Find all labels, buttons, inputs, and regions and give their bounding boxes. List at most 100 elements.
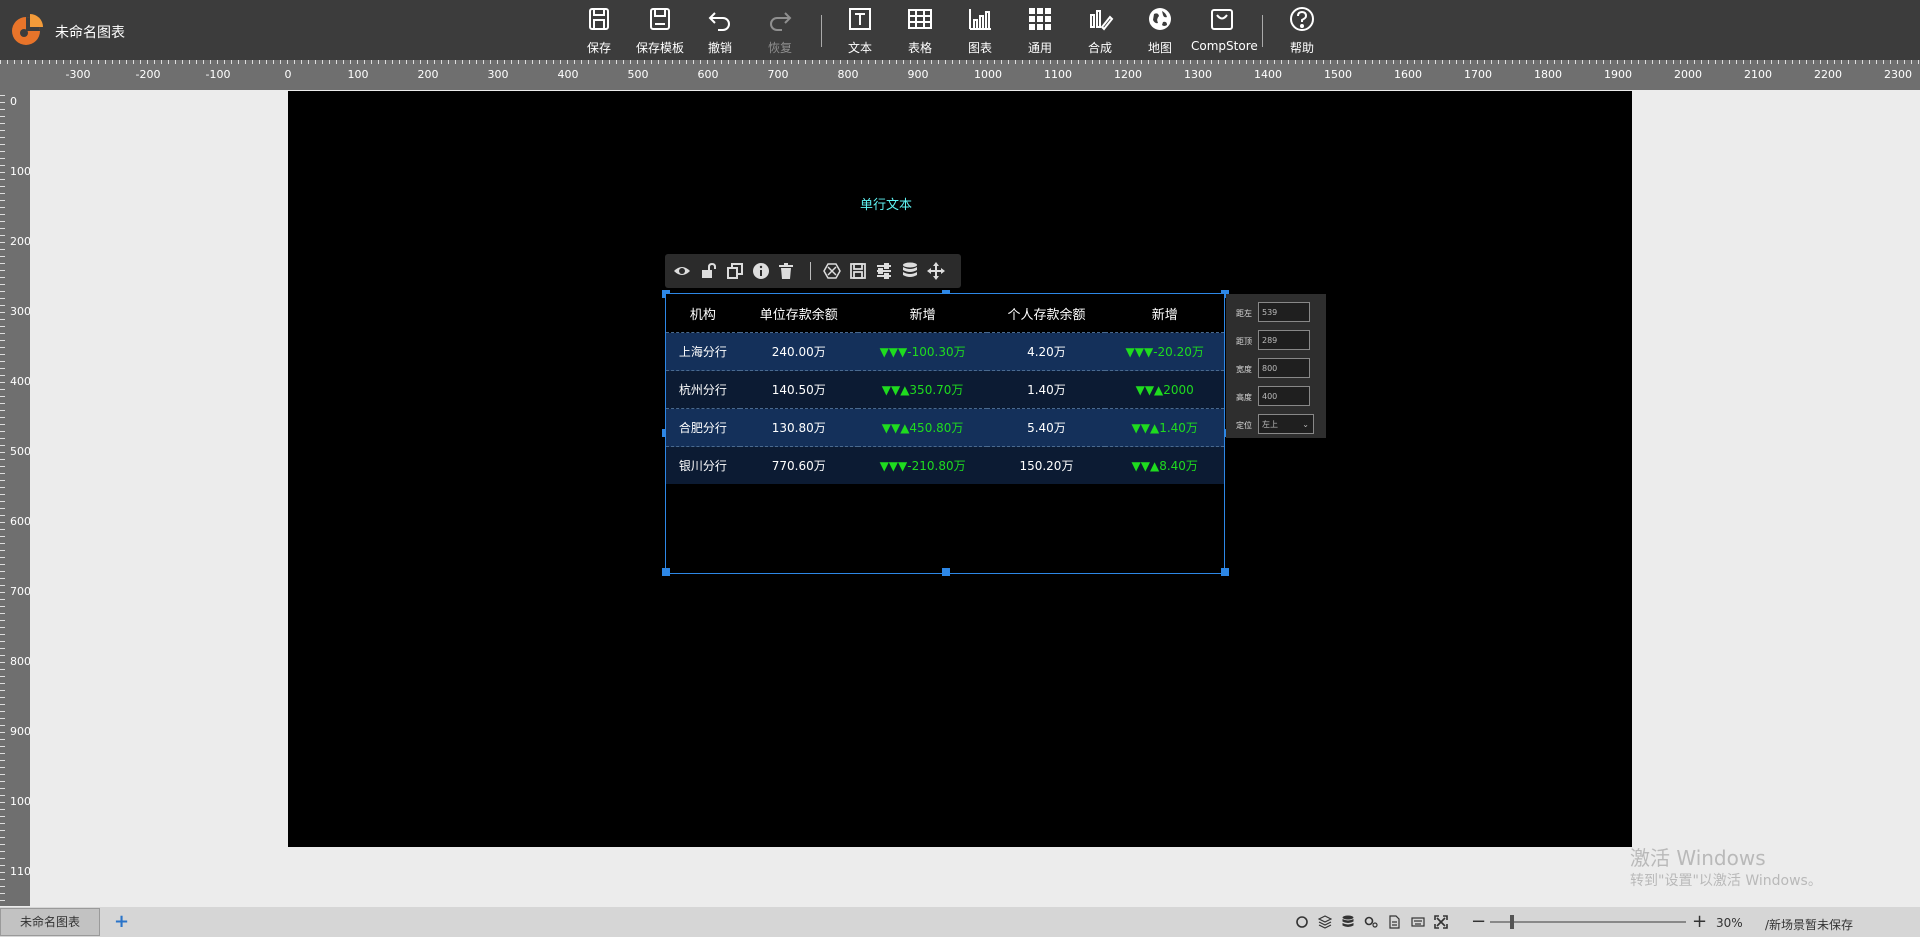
- resize-handle-bottom-left[interactable]: [662, 568, 670, 576]
- top-input[interactable]: 289: [1258, 330, 1310, 350]
- add-page-button[interactable]: +: [114, 911, 129, 932]
- floppy-icon[interactable]: [849, 262, 867, 280]
- hexagon-icon[interactable]: [823, 262, 841, 280]
- trash-icon[interactable]: [777, 262, 795, 280]
- unlock-icon[interactable]: [700, 262, 718, 280]
- toolbar-divider: [1262, 15, 1263, 47]
- ruler-label: 300: [10, 305, 30, 318]
- ruler-label: 200: [417, 68, 439, 81]
- ruler-label: 400: [557, 68, 579, 81]
- width-input[interactable]: 800: [1258, 358, 1310, 378]
- position-select-value: 左上: [1262, 420, 1278, 429]
- height-input[interactable]: 400: [1258, 386, 1310, 406]
- chart-label: 图表: [967, 41, 992, 55]
- zoom-out-button[interactable]: −: [1471, 911, 1486, 932]
- save-template-icon: [650, 8, 670, 30]
- undo-icon: [708, 12, 730, 31]
- save-template-button[interactable]: 保存模板: [630, 5, 690, 56]
- table-icon: [908, 9, 932, 29]
- help-icon: [1290, 7, 1314, 31]
- table-header-cell: 机构: [666, 294, 740, 333]
- table-cell: 5.40万: [987, 408, 1106, 447]
- text-button[interactable]: 文本: [830, 5, 890, 56]
- resize-handle-bottom[interactable]: [942, 568, 950, 576]
- move-icon[interactable]: [927, 262, 945, 280]
- table-label: 表格: [907, 41, 932, 55]
- eye-icon[interactable]: [673, 262, 691, 280]
- vertical-ruler-ticks: [0, 90, 30, 906]
- prop-row-width: 宽度 800: [1226, 358, 1326, 380]
- gear-icon[interactable]: [1364, 915, 1378, 929]
- redo-button[interactable]: 恢复: [750, 5, 810, 56]
- ruler-label: -100: [205, 68, 231, 81]
- prop-label-height: 高度: [1236, 393, 1252, 402]
- save-icon: [589, 8, 609, 30]
- table-header-cell: 单位存款余额: [739, 294, 858, 333]
- zoom-slider-track[interactable]: [1490, 921, 1686, 923]
- ruler-label: 0: [284, 68, 292, 81]
- vertical-ruler[interactable]: 0 100 200 300 400 500 600 700 800 900 1000 1100: [0, 90, 30, 906]
- app-title: 未命名图表: [55, 25, 125, 41]
- map-button[interactable]: 地图: [1130, 5, 1190, 56]
- ruler-label: 800: [10, 655, 30, 668]
- prop-row-left: 距左 539: [1226, 302, 1326, 324]
- globe-icon: [1149, 8, 1171, 30]
- save-button[interactable]: 保存: [569, 5, 629, 56]
- table-row: 银川分行 770.60万 ▼▼▼-210.80万 150.20万 ▼▼▲8.40…: [666, 446, 1224, 484]
- help-button[interactable]: 帮助: [1272, 5, 1332, 56]
- ruler-label: -300: [65, 68, 91, 81]
- database-icon[interactable]: [1341, 915, 1355, 929]
- ruler-label: 300: [487, 68, 509, 81]
- horizontal-ruler[interactable]: -300 -200 -100 0 100 200 300 400 500 600 700 800 900…: [0, 60, 1920, 90]
- ruler-label: 2000: [1674, 68, 1702, 81]
- page-tab[interactable]: 未命名图表: [0, 908, 100, 936]
- chart-button[interactable]: 图表: [950, 5, 1010, 56]
- ruler-label: -200: [135, 68, 161, 81]
- table-cell: ▼▼▼-100.30万: [857, 332, 988, 371]
- ruler-label: 1100: [10, 865, 30, 878]
- info-icon[interactable]: [752, 262, 770, 280]
- compstore-button[interactable]: CompStore: [1191, 5, 1258, 53]
- table-cell: ▼▼▲350.70万: [857, 370, 988, 409]
- sliders-icon[interactable]: [875, 262, 893, 280]
- bottom-status-bar: 未命名图表 + − + 30% /新场景暂未保存: [0, 907, 1920, 937]
- fullscreen-icon[interactable]: [1434, 915, 1448, 929]
- help-label: 帮助: [1289, 41, 1314, 55]
- ruler-label: 900: [907, 68, 929, 81]
- activation-watermark-title: 激活 Windows: [1630, 846, 1766, 870]
- position-select[interactable]: 左上 ⌄: [1258, 414, 1314, 434]
- table-header-cell: 新增: [1105, 294, 1224, 333]
- compose-button[interactable]: 合成: [1070, 5, 1130, 56]
- table-cell: ▼▼▲8.40万: [1105, 446, 1224, 484]
- zoom-in-button[interactable]: +: [1692, 911, 1707, 932]
- left-input[interactable]: 539: [1258, 302, 1310, 322]
- table-cell: 240.00万: [739, 332, 858, 371]
- save-status: /新场景暂未保存: [1765, 918, 1854, 932]
- single-line-text[interactable]: 单行文本: [860, 194, 912, 213]
- table-cell: ▼▼▼-20.20万: [1105, 332, 1224, 371]
- undo-label: 撤销: [707, 41, 732, 55]
- ruler-label: 700: [10, 585, 30, 598]
- resize-handle-bottom-right[interactable]: [1221, 568, 1229, 576]
- app-logo-icon: [12, 14, 43, 45]
- keyboard-icon[interactable]: [1411, 915, 1425, 929]
- database-icon[interactable]: [901, 262, 919, 280]
- bag-icon: [1211, 9, 1233, 30]
- table-button[interactable]: 表格: [890, 5, 950, 56]
- copy-icon[interactable]: [726, 262, 744, 280]
- layers-icon[interactable]: [1318, 915, 1332, 929]
- table-cell: 4.20万: [987, 332, 1106, 371]
- circle-icon[interactable]: [1295, 915, 1309, 929]
- map-label: 地图: [1147, 41, 1172, 55]
- chart-icon: [969, 9, 991, 30]
- general-button[interactable]: 通用: [1010, 5, 1070, 56]
- compstore-label: CompStore: [1191, 39, 1258, 53]
- table-cell: 1.40万: [987, 370, 1106, 409]
- undo-button[interactable]: 撤销: [690, 5, 750, 56]
- zoom-slider-thumb[interactable]: [1510, 915, 1514, 929]
- redo-icon: [770, 12, 792, 31]
- table-cell: 770.60万: [739, 446, 858, 484]
- document-icon[interactable]: [1387, 915, 1401, 929]
- table-cell: ▼▼▲450.80万: [857, 408, 988, 447]
- activation-watermark-subtitle: 转到"设置"以激活 Windows。: [1630, 873, 1822, 889]
